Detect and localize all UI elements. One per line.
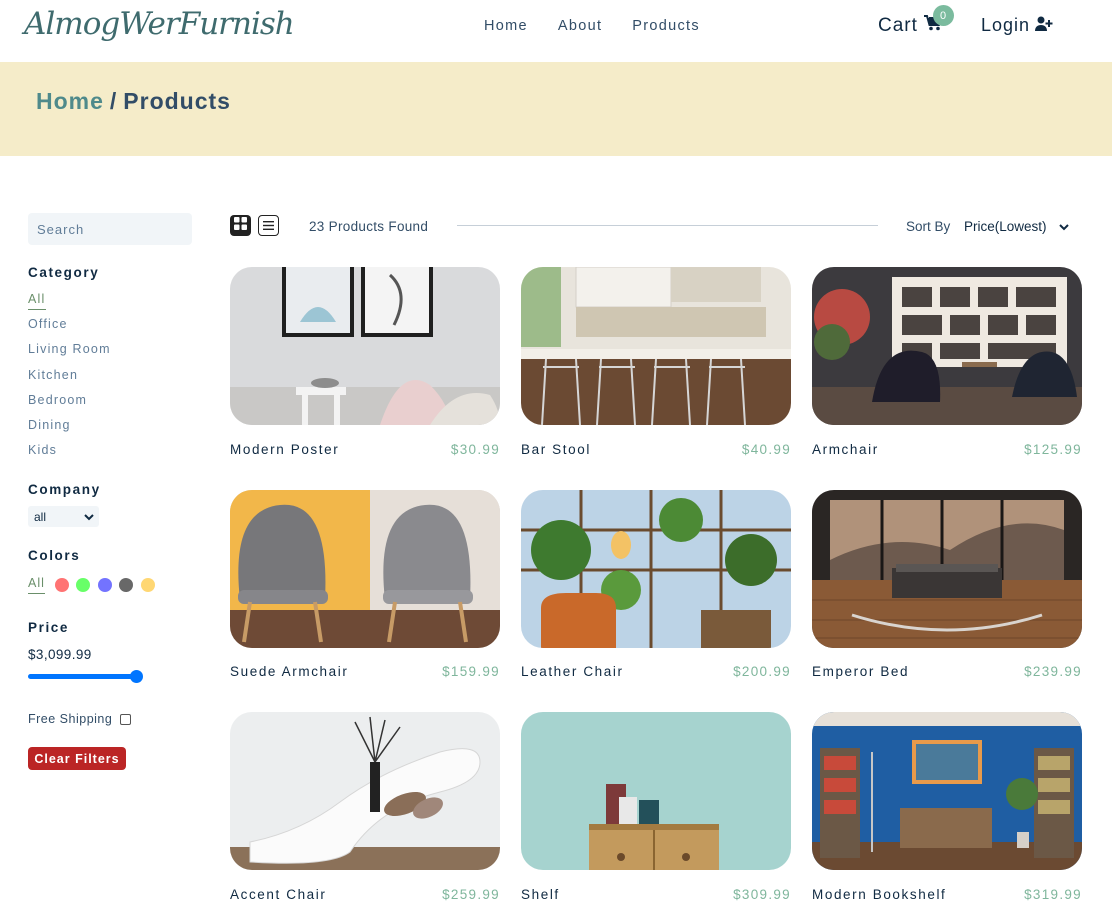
color-swatch-blue[interactable]: [97, 578, 112, 592]
product-price: $159.99: [442, 664, 500, 679]
breadcrumb: Home / Products: [36, 88, 231, 115]
price-value: $3,099.99: [28, 647, 92, 662]
grid-view-button[interactable]: [230, 215, 251, 236]
price-heading: Price: [28, 620, 70, 635]
clear-filters-button[interactable]: Clear Filters: [28, 747, 126, 770]
product-price: $309.99: [733, 887, 791, 902]
category-all-label: All: [28, 292, 46, 310]
product-image[interactable]: [230, 490, 500, 648]
category-office[interactable]: Office: [28, 317, 111, 342]
sort-divider: [457, 225, 878, 226]
product-image[interactable]: [521, 712, 791, 870]
nav-link-home[interactable]: Home: [484, 18, 528, 34]
sort-select[interactable]: Price(Lowest): [964, 219, 1069, 234]
chevron-down-icon: [1058, 219, 1069, 234]
product-price: $40.99: [741, 442, 791, 457]
sort-selected-value: Price(Lowest): [964, 219, 1047, 234]
company-selected-value: all: [34, 509, 47, 524]
list-icon: [263, 217, 274, 235]
category-bedroom[interactable]: Bedroom: [28, 393, 111, 418]
product-name: Suede Armchair: [230, 664, 349, 679]
breadcrumb-home-link[interactable]: Home: [36, 88, 104, 114]
product-image[interactable]: [230, 712, 500, 870]
colors-heading: Colors: [28, 548, 81, 563]
logo[interactable]: AlmogWerFurnish: [24, 6, 295, 42]
page-hero: Home / Products: [0, 62, 1112, 156]
product-price: $239.99: [1024, 664, 1082, 679]
company-select[interactable]: all: [28, 506, 99, 527]
product-name: Bar Stool: [521, 442, 591, 457]
price-range-track: [28, 674, 138, 679]
company-heading: Company: [28, 482, 101, 497]
category-kids[interactable]: Kids: [28, 443, 111, 468]
cart-label: Cart: [878, 15, 918, 36]
color-swatch-green[interactable]: [76, 578, 91, 592]
category-kitchen[interactable]: Kitchen: [28, 368, 111, 393]
product-price: $200.99: [733, 664, 791, 679]
free-shipping-label: Free Shipping: [28, 712, 113, 726]
color-swatch-red[interactable]: [54, 578, 69, 592]
category-all[interactable]: All: [28, 292, 111, 317]
breadcrumb-current: Products: [123, 88, 231, 114]
price-range-thumb[interactable]: [130, 670, 143, 683]
product-image[interactable]: [230, 267, 500, 425]
color-swatch-black[interactable]: [119, 578, 134, 592]
color-swatch-yellow[interactable]: [140, 578, 155, 592]
category-list: All Office Living Room Kitchen Bedroom D…: [28, 292, 111, 468]
product-name: Emperor Bed: [812, 664, 910, 679]
color-all[interactable]: All: [28, 576, 45, 594]
navbar: AlmogWerFurnish Home About Products Cart…: [0, 0, 1112, 62]
product-price: $125.99: [1024, 442, 1082, 457]
search-input[interactable]: [28, 213, 192, 245]
cart-button[interactable]: Cart 0: [878, 5, 954, 37]
product-name: Armchair: [812, 442, 879, 457]
product-name: Accent Chair: [230, 887, 327, 902]
product-price: $30.99: [450, 442, 500, 457]
free-shipping-checkbox[interactable]: [120, 713, 132, 725]
product-image[interactable]: [521, 490, 791, 648]
nav-links: Home About Products: [484, 18, 700, 34]
product-name: Leather Chair: [521, 664, 624, 679]
login-label: Login: [981, 15, 1031, 35]
grid-icon: [234, 216, 247, 235]
color-swatches: All: [28, 576, 162, 594]
products-found-count: 23 Products Found: [309, 219, 429, 234]
product-name: Modern Poster: [230, 442, 340, 457]
nav-link-products[interactable]: Products: [632, 18, 700, 34]
product-name: Modern Bookshelf: [812, 887, 947, 902]
product-name: Shelf: [521, 887, 560, 902]
free-shipping-row: Free Shipping: [28, 712, 132, 726]
product-image[interactable]: [812, 712, 1082, 870]
nav-link-about[interactable]: About: [558, 18, 602, 34]
category-living-room[interactable]: Living Room: [28, 342, 111, 367]
breadcrumb-separator: /: [109, 88, 118, 114]
price-range-slider[interactable]: [28, 670, 144, 683]
product-image[interactable]: [812, 267, 1082, 425]
list-view-button[interactable]: [258, 215, 279, 236]
product-image[interactable]: [521, 267, 791, 425]
product-price: $259.99: [442, 887, 500, 902]
user-plus-icon: [1035, 15, 1053, 36]
category-heading: Category: [28, 265, 100, 280]
product-price: $319.99: [1024, 887, 1082, 902]
sort-label: Sort By: [906, 219, 951, 234]
product-image[interactable]: [812, 490, 1082, 648]
sort-bar: 23 Products Found Sort By Price(Lowest): [230, 214, 1080, 238]
chevron-down-icon: [84, 510, 94, 524]
category-dining[interactable]: Dining: [28, 418, 111, 443]
filters-sidebar: Category All Office Living Room Kitchen …: [28, 213, 198, 770]
cart-count-badge: 0: [933, 5, 954, 26]
login-button[interactable]: Login: [981, 15, 1053, 36]
